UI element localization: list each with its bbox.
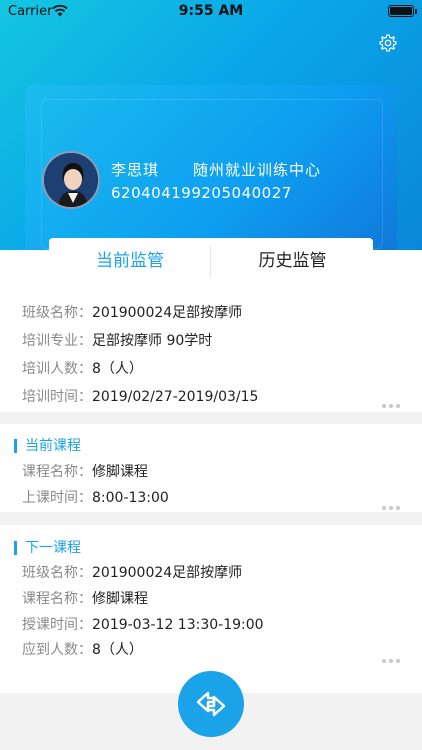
supervision-tabs: 当前监管 历史监管 (49, 238, 373, 284)
training-major-label: 培训专业： (22, 333, 92, 349)
training-time-label: 培训时间： (22, 389, 92, 405)
current-course-title: 当前课程 (14, 439, 81, 453)
status-bar: Carrier 9:55 AM (0, 0, 422, 24)
current-course-more-icon[interactable] (382, 495, 404, 510)
expected-attendance-value: 8（人） (92, 642, 143, 658)
trainee-count-row: 培训人数：8（人） (22, 359, 143, 379)
current-course-name-value: 修脚课程 (92, 464, 148, 480)
next-course-title: 下一课程 (14, 541, 81, 555)
expected-attendance-label: 应到人数： (22, 642, 92, 658)
gear-icon[interactable] (378, 33, 398, 53)
training-time-row: 培训时间：2019/02/27-2019/03/15 (22, 387, 258, 407)
trainee-count-value: 8（人） (92, 361, 143, 377)
swap-arrows-icon (196, 691, 226, 717)
training-time-value: 2019/02/27-2019/03/15 (92, 389, 259, 405)
trainee-count-label: 培训人数： (22, 361, 92, 377)
class-name-row: 班级名称：201900024足部按摩师 (22, 303, 242, 323)
next-class-name-row: 班级名称：201900024足部按摩师 (22, 563, 242, 583)
class-name-label: 班级名称： (22, 305, 92, 321)
training-major-value: 足部按摩师 90学时 (92, 333, 213, 349)
tab-divider (210, 246, 211, 278)
next-course-name-value: 修脚课程 (92, 591, 148, 607)
current-course-time-label: 上课时间： (22, 490, 92, 506)
tab-history-supervision[interactable]: 历史监管 (212, 238, 373, 284)
next-course-time-label: 授课时间： (22, 617, 92, 633)
next-class-name-value: 201900024足部按摩师 (92, 565, 243, 581)
profile-name: 李思琪 (111, 161, 160, 179)
swap-button[interactable] (178, 671, 244, 737)
class-info-more-icon[interactable] (382, 393, 404, 408)
profile-organization: 随州就业训练中心 (193, 161, 322, 179)
clock: 9:55 AM (178, 3, 244, 19)
next-class-name-label: 班级名称： (22, 565, 92, 581)
current-course-name-row: 课程名称：修脚课程 (22, 462, 148, 482)
next-course-name-label: 课程名称： (22, 591, 92, 607)
class-name-value: 201900024足部按摩师 (92, 305, 243, 321)
profile-card: 李思琪 随州就业训练中心 620404199205040027 (25, 85, 397, 255)
current-course-time-value: 8:00-13:00 (92, 490, 169, 506)
current-course-name-label: 课程名称： (22, 464, 92, 480)
battery-icon (388, 5, 417, 17)
next-course-time-value: 2019-03-12 13:30-19:00 (92, 617, 264, 633)
tab-current-supervision[interactable]: 当前监管 (49, 238, 211, 284)
next-course-name-row: 课程名称：修脚课程 (22, 589, 148, 609)
expected-attendance-row: 应到人数：8（人） (22, 640, 143, 660)
profile-id-number: 620404199205040027 (111, 184, 292, 202)
avatar (42, 151, 100, 209)
next-course-more-icon[interactable] (382, 648, 404, 663)
training-major-row: 培训专业：足部按摩师 90学时 (22, 331, 212, 351)
current-course-time-row: 上课时间：8:00-13:00 (22, 488, 169, 508)
next-course-time-row: 授课时间：2019-03-12 13:30-19:00 (22, 615, 264, 635)
